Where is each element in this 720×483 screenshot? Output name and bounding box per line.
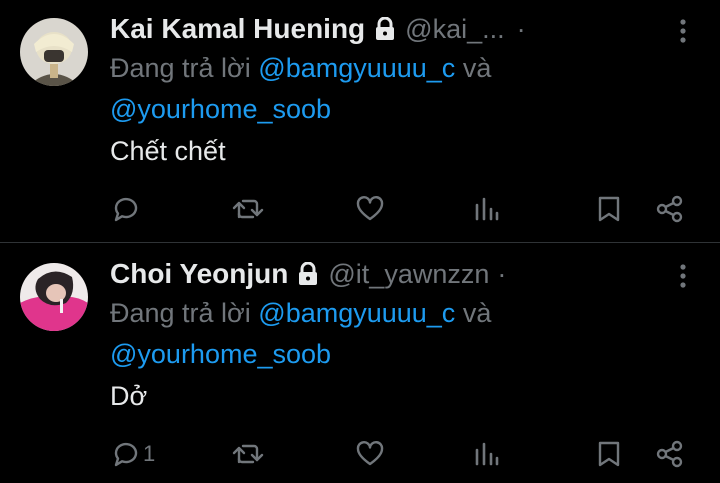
username-handle[interactable]: @kai_...	[405, 14, 504, 45]
separator-dot: ·	[516, 13, 526, 44]
like-button[interactable]	[356, 440, 384, 468]
like-icon	[356, 440, 384, 468]
avatar[interactable]	[20, 18, 88, 86]
tweet-text: Chết chết	[110, 136, 226, 166]
views-icon	[474, 440, 500, 468]
retweet-icon	[232, 195, 264, 223]
views-icon	[474, 195, 500, 223]
share-icon	[656, 440, 684, 468]
reply-icon	[112, 195, 140, 223]
replying-prefix: Đang trả lời	[110, 298, 251, 328]
conjunction: và	[462, 298, 492, 328]
more-icon	[680, 18, 686, 48]
retweet-icon	[232, 440, 264, 468]
share-button[interactable]	[656, 440, 684, 468]
username-handle[interactable]: @it_yawnzzn	[328, 259, 489, 290]
bookmark-button[interactable]	[597, 440, 621, 468]
tweet-text: Dở	[110, 381, 148, 411]
more-icon	[680, 263, 686, 293]
lock-icon	[297, 261, 319, 286]
share-button[interactable]	[656, 195, 684, 223]
mention-link[interactable]: @yourhome_soob	[110, 94, 331, 124]
reply-count: 1	[143, 441, 156, 466]
like-icon	[356, 195, 384, 223]
like-button[interactable]	[356, 195, 384, 223]
reply-tweet[interactable]: Kai Kamal Huening @kai_... · Đang trả lờ…	[0, 0, 720, 242]
more-options-button[interactable]	[666, 16, 700, 50]
separator-dot: ·	[497, 258, 507, 289]
reply-tweet[interactable]: Choi Yeonjun @it_yawnzzn · Đang trả lời …	[0, 243, 720, 483]
replying-prefix: Đang trả lời	[110, 53, 251, 83]
replying-to: Đang trả lời @bamgyuuuu_c và @yourhome_s…	[110, 293, 700, 375]
more-options-button[interactable]	[666, 261, 700, 295]
share-icon	[656, 195, 684, 223]
retweet-button[interactable]	[232, 195, 264, 223]
views-button[interactable]	[474, 195, 500, 223]
replying-to: Đang trả lời @bamgyuuuu_c và @yourhome_s…	[110, 48, 700, 130]
lock-icon	[374, 16, 396, 41]
retweet-button[interactable]	[232, 440, 264, 468]
display-name[interactable]: Choi Yeonjun	[110, 258, 288, 290]
mention-link[interactable]: @bamgyuuuu_c	[258, 298, 455, 328]
mention-link[interactable]: @bamgyuuuu_c	[258, 53, 455, 83]
conjunction: và	[462, 53, 492, 83]
display-name[interactable]: Kai Kamal Huening	[110, 13, 365, 45]
mention-link[interactable]: @yourhome_soob	[110, 339, 331, 369]
bookmark-icon	[597, 440, 621, 468]
reply-button[interactable]: 1	[112, 440, 155, 468]
avatar[interactable]	[20, 263, 88, 331]
bookmark-icon	[597, 195, 621, 223]
views-button[interactable]	[474, 440, 500, 468]
reply-button[interactable]	[112, 195, 140, 223]
bookmark-button[interactable]	[597, 195, 621, 223]
reply-icon	[112, 440, 140, 468]
